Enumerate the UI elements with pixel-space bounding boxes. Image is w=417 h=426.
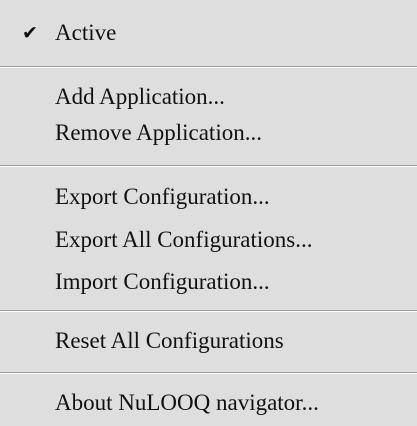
- menu-item-add-application[interactable]: Add Application...: [0, 78, 417, 116]
- menu-item-label: Add Application...: [55, 84, 225, 109]
- menu-separator: [0, 372, 417, 374]
- menu-separator: [0, 165, 417, 167]
- menu-item-label: Import Configuration...: [55, 269, 270, 294]
- menu-item-active[interactable]: ✔ Active: [0, 14, 417, 52]
- menu-item-label: Reset All Configurations: [55, 328, 284, 353]
- menu-separator: [0, 66, 417, 68]
- menu-item-label: Active: [55, 20, 117, 45]
- menu-separator: [0, 310, 417, 312]
- menu-item-label: Export Configuration...: [55, 184, 270, 209]
- menu-item-export-all-configurations[interactable]: Export All Configurations...: [0, 221, 417, 259]
- menu-item-import-configuration[interactable]: Import Configuration...: [0, 263, 417, 301]
- menu-item-label: Remove Application...: [55, 120, 262, 145]
- checkmark-icon: ✔: [22, 22, 38, 44]
- menu-item-label: About NuLOOQ navigator...: [55, 390, 319, 415]
- menu-item-reset-all-configurations[interactable]: Reset All Configurations: [0, 322, 417, 360]
- menu-item-label: Export All Configurations...: [55, 227, 313, 252]
- context-menu: ✔ Active Add Application... Remove Appli…: [0, 0, 417, 426]
- menu-item-export-configuration[interactable]: Export Configuration...: [0, 178, 417, 216]
- menu-item-remove-application[interactable]: Remove Application...: [0, 114, 417, 152]
- menu-item-about-nulooq-navigator[interactable]: About NuLOOQ navigator...: [0, 384, 417, 422]
